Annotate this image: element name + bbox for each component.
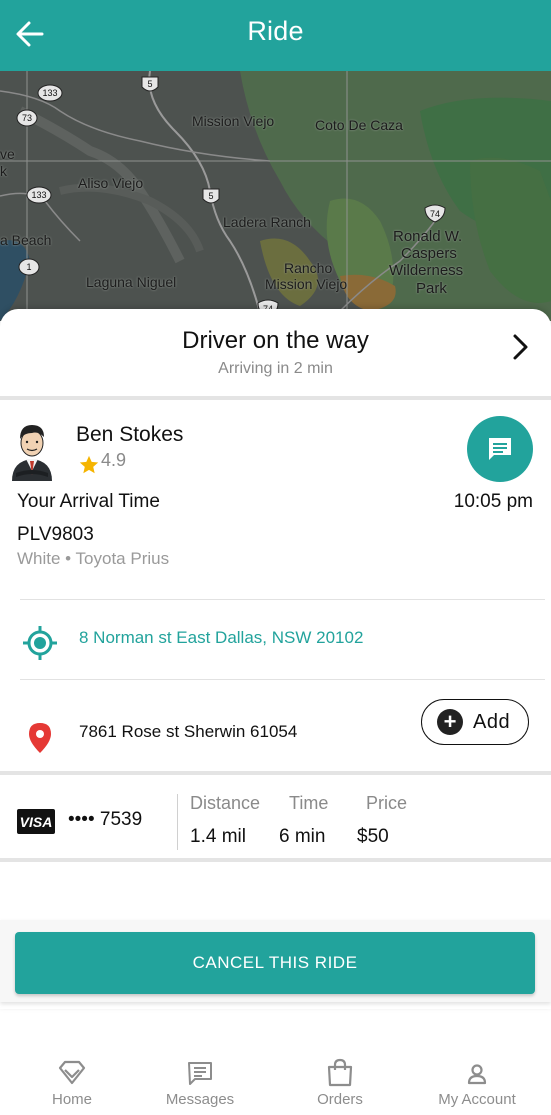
map-label: Mission Viejo [192, 113, 275, 129]
svg-text:5: 5 [147, 79, 152, 89]
bottom-tab-bar: Home Messages Orders My Account [0, 1050, 551, 1115]
divider [0, 396, 551, 400]
time-value: 6 min [279, 826, 326, 847]
dropoff-address[interactable]: 7861 Rose st Sherwin 61054 [79, 722, 297, 742]
map-label: k [0, 163, 7, 179]
map-label: Mission Viejo [265, 276, 348, 292]
map-label: Ladera Ranch [223, 214, 311, 230]
map-label: Caspers [401, 245, 457, 262]
cancel-bar: CANCEL THIS RIDE [0, 920, 551, 1002]
map-label: Rancho [284, 260, 333, 276]
ride-screen: Ride 133 73 133 1 5 5 74 Mission Viejo C… [0, 0, 551, 1115]
tab-messages[interactable]: Messages [131, 1050, 269, 1115]
tab-label: Orders [317, 1091, 363, 1108]
driver-status-row[interactable]: Driver on the way Arriving in 2 min [0, 309, 551, 397]
messages-icon [188, 1062, 212, 1085]
svg-text:74: 74 [430, 209, 440, 219]
chat-icon [489, 438, 511, 460]
star-icon [79, 455, 99, 474]
tab-my-account[interactable]: My Account [408, 1050, 546, 1115]
svg-text:73: 73 [22, 113, 32, 123]
add-stop-button[interactable]: + Add [421, 699, 529, 745]
driver-rating: 4.9 [101, 450, 127, 470]
car-description: White • Toyota Prius [17, 549, 170, 568]
map-pin-icon [29, 723, 51, 753]
add-stop-label: Add [473, 710, 511, 733]
price-label: Price [366, 793, 408, 813]
svg-text:133: 133 [31, 190, 46, 200]
back-arrow-icon[interactable] [14, 18, 46, 50]
map-label: Coto De Caza [315, 117, 403, 133]
ride-details-sheet: Driver on the way Arriving in 2 min Ben … [0, 309, 551, 1009]
map-label: a Beach [0, 232, 52, 248]
arrival-time-label: Your Arrival Time [17, 491, 160, 512]
tab-orders[interactable]: Orders [271, 1050, 409, 1115]
cancel-ride-button[interactable]: CANCEL THIS RIDE [15, 932, 535, 994]
divider [0, 858, 551, 862]
app-header: Ride [0, 0, 551, 71]
map-view[interactable]: 133 73 133 1 5 5 74 74 Mission Viejo Cot… [0, 71, 551, 321]
arrival-time-value: 10:05 pm [453, 491, 533, 512]
divider [20, 679, 545, 680]
divider [0, 771, 551, 775]
distance-value: 1.4 mil [190, 826, 246, 847]
card-number[interactable]: •••• 7539 [68, 809, 142, 831]
svg-text:133: 133 [42, 88, 57, 98]
status-subtitle: Arriving in 2 min [218, 360, 333, 377]
license-plate: PLV9803 [17, 524, 94, 545]
home-icon [58, 1060, 86, 1085]
driver-avatar [12, 425, 52, 481]
tab-label: Home [51, 1091, 92, 1108]
driver-name: Ben Stokes [76, 423, 184, 446]
time-label: Time [289, 793, 329, 813]
map-label: Aliso Viejo [78, 175, 144, 191]
tab-label: My Account [438, 1091, 516, 1108]
plus-icon: + [437, 709, 463, 735]
visa-card-icon: VISA [17, 809, 55, 834]
chevron-right-icon[interactable] [507, 333, 533, 361]
vertical-divider [177, 794, 178, 850]
page-title: Ride [247, 16, 304, 46]
map-label: ve [0, 146, 15, 162]
divider [20, 599, 545, 600]
pickup-address[interactable]: 8 Norman st East Dallas, NSW 20102 [79, 628, 363, 648]
svg-text:1: 1 [26, 262, 31, 272]
tab-home[interactable]: Home [3, 1050, 141, 1115]
map-label: Park [416, 280, 447, 297]
status-title: Driver on the way [182, 327, 369, 354]
orders-icon [327, 1058, 353, 1087]
map-label: Ronald W. [393, 228, 463, 245]
message-driver-button[interactable] [467, 416, 533, 482]
price-value: $50 [357, 826, 389, 847]
tab-label: Messages [165, 1091, 235, 1108]
pickup-location-icon [23, 626, 57, 660]
distance-label: Distance [190, 793, 261, 813]
svg-text:5: 5 [208, 191, 213, 201]
account-icon [467, 1064, 487, 1085]
map-label: Laguna Niguel [86, 274, 177, 290]
map-label: Wilderness [389, 262, 464, 279]
